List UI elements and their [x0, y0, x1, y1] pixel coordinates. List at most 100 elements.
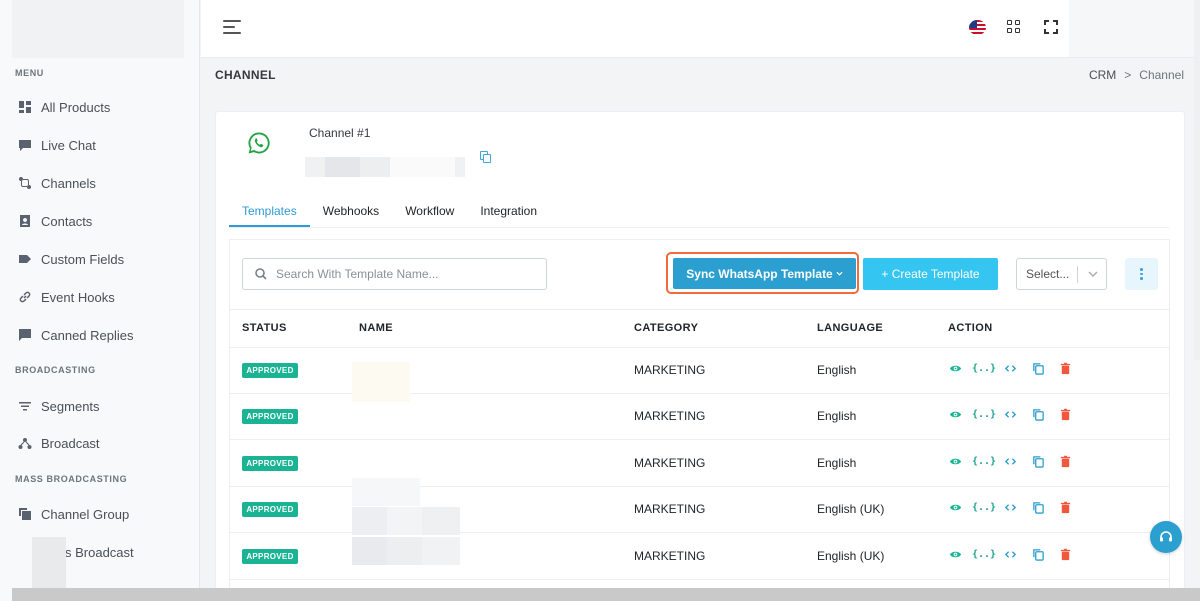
- sidebar-item-label: Channels: [41, 175, 96, 191]
- horizontal-scrollbar[interactable]: [12, 588, 1200, 601]
- sidebar-item-label: Custom Fields: [41, 251, 125, 267]
- status-badge: APPROVED: [242, 409, 298, 424]
- eye-icon[interactable]: [948, 454, 962, 468]
- sidebar: MENU All Products Live Chat Channels Con…: [0, 0, 200, 601]
- logo[interactable]: [12, 0, 184, 58]
- copy-icon[interactable]: [1031, 361, 1045, 375]
- code-icon[interactable]: [1003, 361, 1017, 375]
- copy-icon: [18, 507, 32, 521]
- sidebar-item-label: Channel Group: [41, 506, 130, 522]
- tab-workflow[interactable]: Workflow: [392, 196, 467, 227]
- sidebar-item-label: s Broadcast: [65, 544, 134, 560]
- search-input[interactable]: Search With Template Name...: [242, 258, 547, 290]
- copy-icon[interactable]: [1031, 407, 1045, 421]
- channel-name: Channel #1: [309, 126, 371, 140]
- sidebar-item-mass-broadcast[interactable]: s Broadcast: [65, 541, 134, 563]
- eye-icon[interactable]: [948, 361, 962, 375]
- search-icon: [255, 268, 267, 280]
- sync-whatsapp-template-button[interactable]: Sync WhatsApp Template: [673, 258, 856, 289]
- user-profile[interactable]: [1069, 0, 1195, 57]
- sidebar-item-label: Live Chat: [41, 137, 96, 153]
- category-cell: MARKETING: [634, 409, 706, 423]
- variables-icon[interactable]: {..}: [972, 500, 996, 514]
- sidebar-item-label: Broadcast: [41, 435, 100, 451]
- select-value: Select...: [1026, 267, 1070, 281]
- headset-icon: [1160, 531, 1172, 542]
- tab-webhooks[interactable]: Webhooks: [310, 196, 392, 227]
- sidebar-item-canned-replies[interactable]: Canned Replies: [18, 324, 134, 346]
- sidebar-item-label: Canned Replies: [41, 327, 134, 343]
- breadcrumb: CRM > Channel: [1089, 68, 1184, 82]
- variables-icon[interactable]: {..}: [972, 361, 996, 375]
- status-badge: APPROVED: [242, 456, 298, 471]
- code-icon[interactable]: [1003, 547, 1017, 561]
- code-icon[interactable]: [1003, 407, 1017, 421]
- status-badge: APPROVED: [242, 363, 298, 378]
- sidebar-item-event-hooks[interactable]: Event Hooks: [18, 286, 115, 308]
- menu-toggle-icon[interactable]: [223, 20, 241, 36]
- sidebar-item-all-products[interactable]: All Products: [18, 96, 110, 118]
- copy-icon[interactable]: [1031, 547, 1045, 561]
- copy-icon[interactable]: [1031, 454, 1045, 468]
- sidebar-item-live-chat[interactable]: Live Chat: [18, 134, 96, 156]
- trash-icon[interactable]: [1058, 407, 1072, 421]
- apps-grid-icon[interactable]: [1007, 20, 1021, 34]
- topbar: [201, 0, 1200, 58]
- search-placeholder: Search With Template Name...: [276, 267, 439, 281]
- redacted-area: [32, 537, 66, 593]
- sidebar-item-channels[interactable]: Channels: [18, 172, 96, 194]
- sidebar-item-broadcast[interactable]: Broadcast: [18, 432, 100, 454]
- mass-broadcasting-section-title: MASS BROADCASTING: [15, 474, 128, 484]
- sidebar-item-channel-group[interactable]: Channel Group: [18, 503, 129, 525]
- copy-icon[interactable]: [1031, 500, 1045, 514]
- breadcrumb-separator: >: [1124, 68, 1132, 82]
- table-divider: [229, 347, 1170, 348]
- variables-icon[interactable]: {..}: [972, 547, 996, 561]
- variables-icon[interactable]: {..}: [972, 407, 996, 421]
- language-cell: English: [817, 363, 857, 377]
- language-cell: English (UK): [817, 502, 885, 516]
- column-header-language: LANGUAGE: [817, 322, 884, 334]
- tab-templates[interactable]: Templates: [229, 196, 310, 227]
- vertical-scrollbar[interactable]: [1194, 0, 1200, 360]
- sidebar-item-contacts[interactable]: Contacts: [18, 210, 92, 232]
- language-cell: English: [817, 456, 857, 470]
- tab-integration[interactable]: Integration: [467, 196, 550, 227]
- copy-id-icon[interactable]: [480, 151, 491, 163]
- trash-icon[interactable]: [1058, 547, 1072, 561]
- create-template-button[interactable]: + Create Template: [863, 258, 998, 290]
- sidebar-item-label: All Products: [41, 99, 111, 115]
- menu-section-title: MENU: [15, 68, 44, 78]
- more-options-icon[interactable]: [1125, 258, 1158, 290]
- us-flag-icon[interactable]: [969, 20, 986, 35]
- support-chat-button[interactable]: [1150, 521, 1182, 553]
- category-cell: MARKETING: [634, 456, 706, 470]
- trash-icon[interactable]: [1058, 361, 1072, 375]
- sidebar-item-custom-fields[interactable]: Custom Fields: [18, 248, 124, 270]
- sidebar-item-label: Segments: [41, 398, 100, 414]
- column-header-action: ACTION: [948, 322, 993, 334]
- category-cell: MARKETING: [634, 502, 706, 516]
- broadcasting-section-title: BROADCASTING: [15, 365, 96, 375]
- filter-icon: [18, 399, 32, 413]
- category-cell: MARKETING: [634, 363, 706, 377]
- table-divider: [229, 309, 1170, 310]
- channel-id-redacted: [305, 157, 465, 177]
- fullscreen-icon[interactable]: [1044, 20, 1058, 34]
- message-icon: [18, 328, 32, 342]
- eye-icon[interactable]: [948, 407, 962, 421]
- eye-icon[interactable]: [948, 547, 962, 561]
- breadcrumb-crm[interactable]: CRM: [1089, 68, 1116, 82]
- sidebar-item-segments[interactable]: Segments: [18, 395, 100, 417]
- filter-select[interactable]: Select...: [1016, 258, 1107, 290]
- eye-icon[interactable]: [948, 500, 962, 514]
- redacted-name: [352, 362, 410, 402]
- column-header-status: STATUS: [242, 322, 287, 334]
- variables-icon[interactable]: {..}: [972, 454, 996, 468]
- link-icon: [18, 290, 32, 304]
- column-header-name: NAME: [359, 322, 393, 334]
- trash-icon[interactable]: [1058, 454, 1072, 468]
- code-icon[interactable]: [1003, 500, 1017, 514]
- trash-icon[interactable]: [1058, 500, 1072, 514]
- code-icon[interactable]: [1003, 454, 1017, 468]
